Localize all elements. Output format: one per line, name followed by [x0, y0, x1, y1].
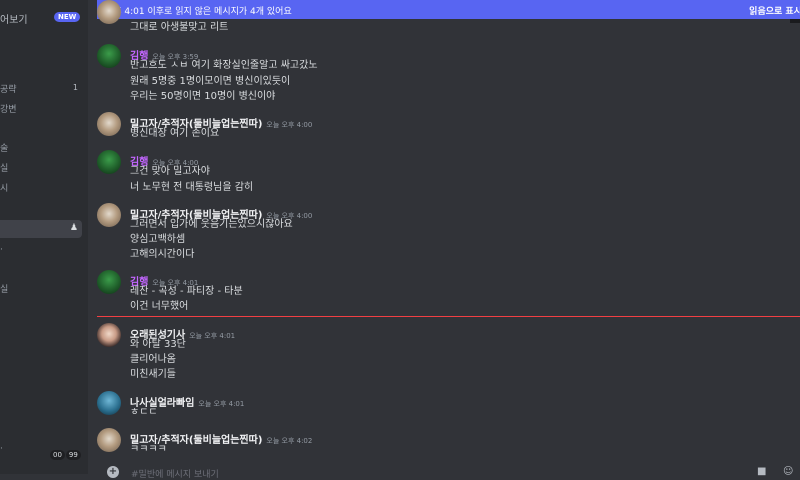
sidebar-channel-label: 강변	[0, 105, 17, 115]
sidebar-channel-2[interactable]: 강변	[0, 102, 17, 115]
plus-icon[interactable]: +	[107, 466, 119, 478]
avatar[interactable]	[97, 112, 121, 136]
message-text: ㅎㄷㄷ	[130, 407, 158, 418]
sidebar-channel-7[interactable]: ·	[0, 245, 3, 255]
avatar[interactable]	[97, 323, 121, 347]
new-badge: NEW	[54, 12, 81, 22]
sidebar-channel-8[interactable]: 실	[0, 282, 8, 295]
sidebar-channel-active[interactable]: ♟	[0, 220, 82, 238]
sidebar-bottom-label: ·	[0, 444, 3, 454]
new-messages-divider	[97, 316, 800, 317]
sidebar-bottom-item[interactable]: ·	[0, 444, 3, 454]
list-item: 그대로 아생불맞고 리트	[97, 0, 797, 33]
message-text: 미친새기들	[130, 369, 176, 380]
message-text: 원래 5명중 1명이모이면 병신이있듯이	[130, 76, 291, 87]
gift-icon[interactable]: ■	[757, 466, 766, 477]
message-text: 너 노무현 전 대통령님을 감히	[130, 182, 254, 193]
unread-count-badge: 1	[72, 83, 78, 92]
message-text: 우리는 50명이면 10명이 병신이야	[130, 91, 276, 102]
sidebar-channel-4[interactable]: 실	[0, 161, 8, 174]
message-text: 양심고백하셈	[130, 234, 186, 245]
message-text: 반고흐도 ㅅㅂ 여기 화장실인줄알고 싸고갔노	[130, 60, 318, 71]
emoji-icon[interactable]: ☺	[783, 466, 793, 477]
avatar[interactable]	[97, 44, 121, 68]
add-member-icon[interactable]: ♟	[70, 223, 78, 233]
browse-channels-item[interactable]: 어보기 NEW	[0, 8, 88, 28]
timestamp: 오늘 오후 4:00	[266, 121, 313, 129]
message-text: 레잔 - 곡성 - 파티장 - 타분	[130, 286, 243, 297]
sidebar-channel-3[interactable]: 술	[0, 141, 8, 154]
message-text: 병신대장 여기 손이요	[130, 128, 220, 139]
channel-sidebar: 어보기 NEW 공략 1 강변 술 실 시 ♟ · 실 · 00 99	[0, 0, 88, 474]
sidebar-channel-label: 실	[0, 164, 9, 174]
voice-status: 00 99	[50, 442, 82, 461]
avatar[interactable]	[97, 270, 121, 294]
timestamp: 오늘 오후 4:02	[266, 437, 313, 445]
message-text: 그대로 아생불맞고 리트	[130, 22, 229, 33]
sidebar-channel-1[interactable]: 공략	[0, 82, 17, 95]
avatar[interactable]	[97, 391, 121, 415]
message-text: 클리어나옴	[130, 354, 176, 365]
avatar[interactable]	[97, 428, 121, 452]
sidebar-channel-label: 술	[0, 144, 9, 154]
status-pill: 00	[50, 450, 65, 460]
message-text: 고해의시간이다	[130, 249, 195, 260]
sidebar-channel-5[interactable]: 시	[0, 181, 8, 194]
timestamp: 오늘 오후 4:01	[189, 332, 236, 340]
message-text: 와 아탈 33단	[130, 339, 186, 350]
sidebar-channel-label: 실	[0, 285, 9, 295]
message-text: 그건 맞아 밀고자야	[130, 166, 210, 177]
avatar[interactable]	[97, 203, 121, 227]
message-text: 이건 너무했어	[130, 301, 189, 312]
sidebar-channel-label: 시	[0, 184, 9, 194]
avatar[interactable]	[97, 0, 121, 24]
browse-channels-label: 어보기	[0, 15, 28, 26]
sidebar-channel-label: ·	[0, 245, 3, 255]
sidebar-channel-label: 공략	[0, 85, 17, 95]
status-pill: 99	[65, 450, 81, 460]
timestamp: 오늘 오후 4:01	[198, 400, 245, 408]
message-text: 그러면서 입가에 웃음기는있으시잖아요	[130, 219, 293, 230]
avatar[interactable]	[97, 150, 121, 174]
message-text: ㅋㅋㅋㅋ	[130, 444, 167, 455]
